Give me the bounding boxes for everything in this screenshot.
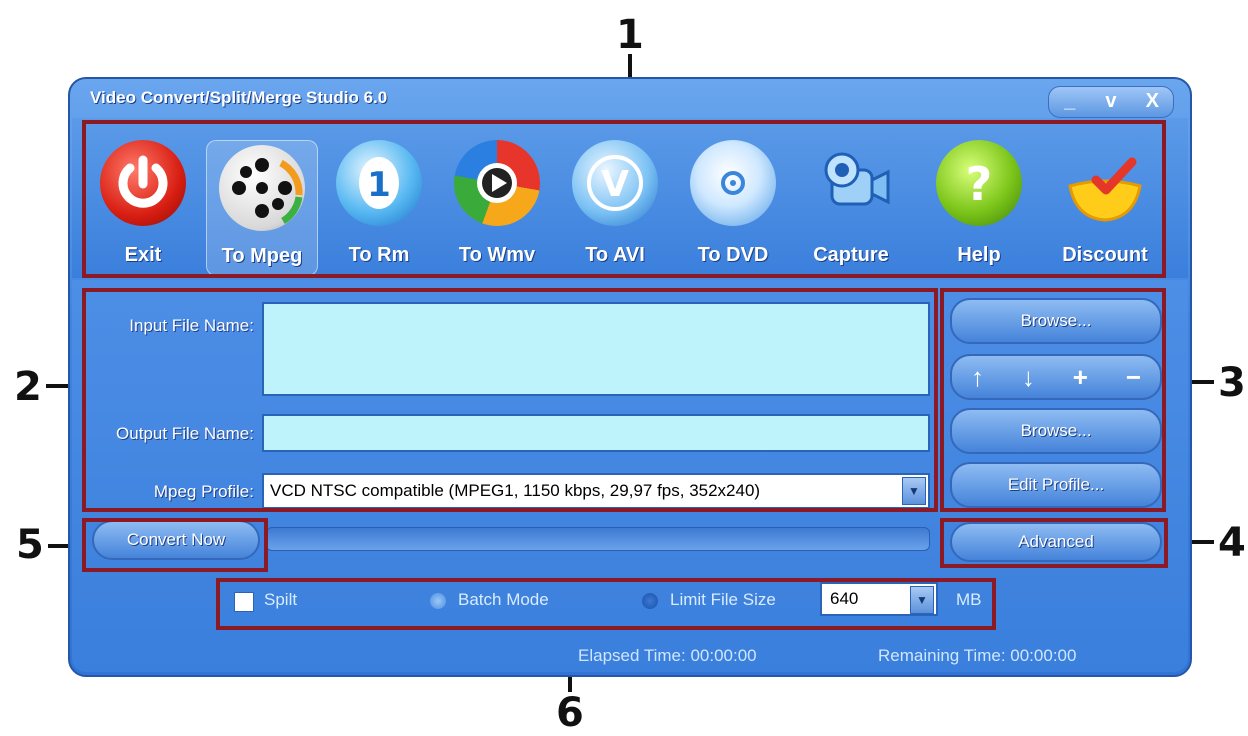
callout-box-3 — [940, 288, 1166, 512]
window-title: Video Convert/Split/Merge Studio 6.0 — [90, 88, 388, 107]
progress-bar — [266, 527, 930, 551]
callout-6: 6 — [556, 690, 584, 736]
callout-1: 1 — [616, 12, 644, 58]
callout-3: 3 — [1218, 360, 1246, 406]
close-button[interactable]: X — [1132, 87, 1173, 117]
callout-box-2 — [82, 288, 938, 512]
window-controls: _ v X — [1048, 86, 1174, 118]
callout-box-6 — [216, 578, 996, 630]
callout-box-1 — [82, 120, 1166, 278]
callout-box-5 — [82, 518, 268, 572]
menu-button[interactable]: v — [1090, 87, 1131, 117]
callout-box-4 — [940, 518, 1168, 568]
minimize-button[interactable]: _ — [1049, 87, 1090, 117]
callout-4: 4 — [1218, 520, 1246, 566]
elapsed-time: Elapsed Time: 00:00:00 — [578, 646, 757, 665]
callout-5: 5 — [16, 522, 44, 568]
remaining-time: Remaining Time: 00:00:00 — [878, 646, 1077, 665]
callout-2: 2 — [14, 364, 42, 410]
